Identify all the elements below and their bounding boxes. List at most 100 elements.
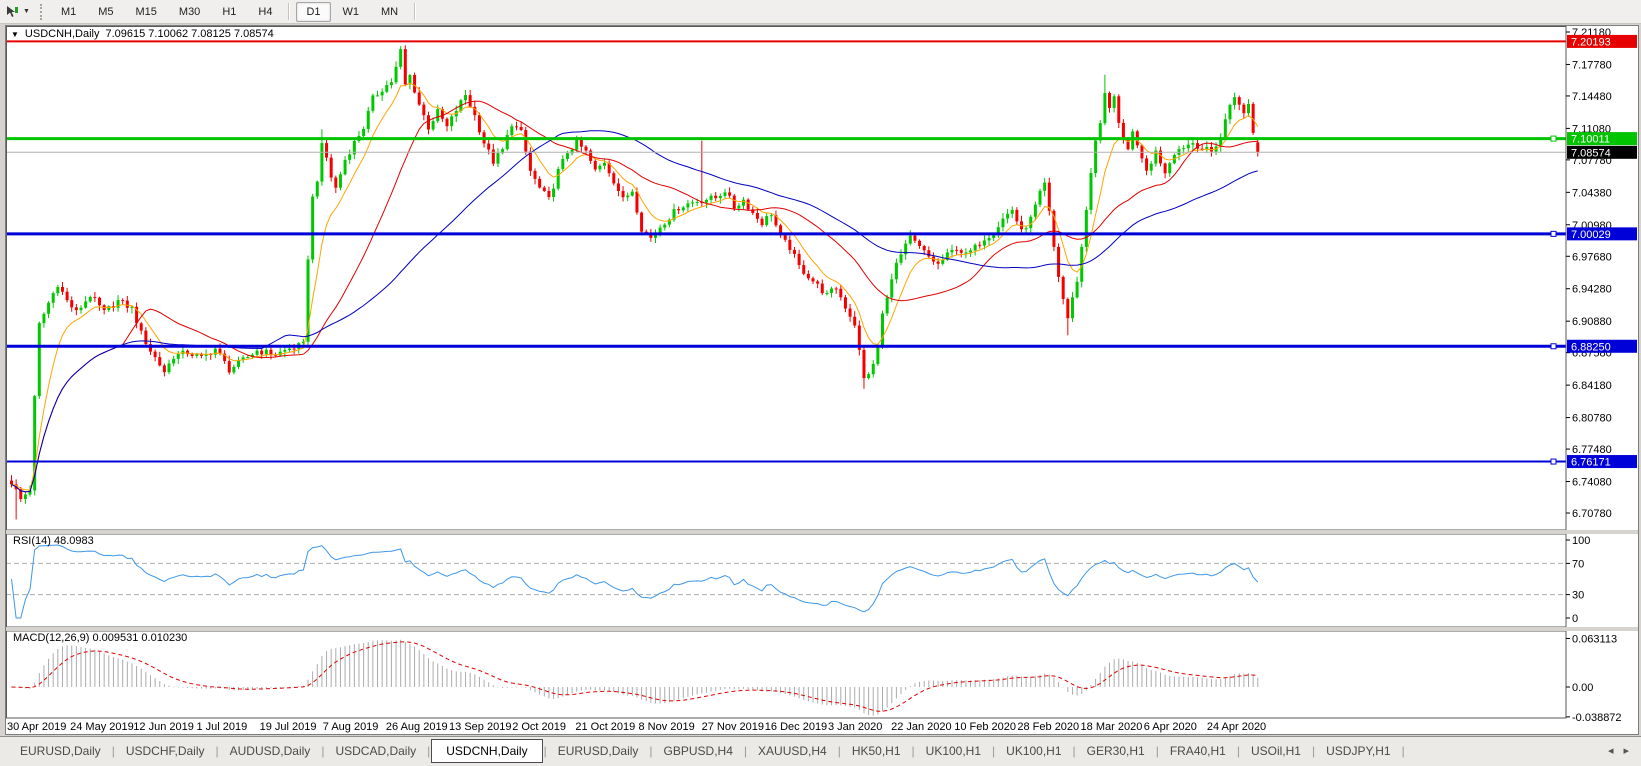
chart-ohlc-values: 7.09615 7.10062 7.08125 7.08574 [105,28,273,40]
date-label: 28 Feb 2020 [1017,721,1079,733]
date-label: 7 Aug 2019 [323,721,379,733]
toolbar-separator [288,3,290,20]
hline-handle[interactable] [1551,231,1556,236]
hline-handle[interactable] [1551,459,1556,464]
tab-audusd-daily[interactable]: AUDUSD,Daily [220,741,321,761]
toolbar-grip[interactable] [40,4,42,20]
tab-fra40-h1[interactable]: FRA40,H1 [1160,741,1236,761]
svg-text:6.84180: 6.84180 [1572,380,1612,392]
svg-text:100: 100 [1572,535,1590,547]
date-label: 27 Nov 2019 [702,721,764,733]
macd-label: MACD(12,26,9) 0.009531 0.010230 [13,632,187,644]
tab-scroll-left-icon[interactable]: ◂ [1608,744,1614,757]
date-label: 18 Mar 2020 [1081,721,1143,733]
tab-gbpusd-h4[interactable]: GBPUSD,H4 [654,741,743,761]
svg-text:6.76171: 6.76171 [1571,457,1611,469]
svg-text:7.20193: 7.20193 [1571,36,1611,48]
tab-hk50-h1[interactable]: HK50,H1 [842,741,911,761]
timeframe-button-h1[interactable]: H1 [212,2,246,22]
svg-text:7.17780: 7.17780 [1572,59,1612,71]
chart-title: ▼ USDCNH,Daily 7.09615 7.10062 7.08125 7… [11,27,274,41]
window-menu-icon[interactable]: ▼ [11,30,19,39]
chart-symbol-period: USDCNH,Daily [25,28,100,40]
timeframe-button-m15[interactable]: M15 [126,2,167,22]
svg-text:7.08574: 7.08574 [1571,147,1611,159]
chart-canvas[interactable]: 7.211807.177807.144807.110807.077807.043… [6,26,1638,734]
tab-usdcnh-daily[interactable]: USDCNH,Daily [431,739,542,763]
macd-values: 0.009531 0.010230 [92,632,187,644]
date-label: 21 Oct 2019 [575,721,635,733]
timeframe-button-w1[interactable]: W1 [333,2,370,22]
tab-uk100-h1[interactable]: UK100,H1 [996,741,1071,761]
date-label: 12 Jun 2019 [133,721,194,733]
tab-divider: | [1237,744,1240,758]
timeframe-button-mn[interactable]: MN [371,2,408,22]
svg-text:30: 30 [1572,590,1584,602]
chevron-down-icon: ▼ [23,8,30,15]
tab-divider: | [1402,744,1405,758]
timeframe-button-m5[interactable]: M5 [88,2,123,22]
toolbar-separator [414,3,416,20]
svg-text:6.80780: 6.80780 [1572,413,1612,425]
date-label: 16 Dec 2019 [765,721,827,733]
hline-handle[interactable] [1551,344,1556,349]
tab-divider: | [1073,744,1076,758]
date-label: 26 Aug 2019 [386,721,448,733]
tab-divider: | [912,744,915,758]
svg-text:-0.038872: -0.038872 [1572,712,1622,724]
svg-text:0.063113: 0.063113 [1572,633,1617,645]
tab-divider: | [544,744,547,758]
tab-divider: | [427,744,430,758]
top-toolbar: ▼ M1M5M15M30H1H4 D1W1MN [0,0,1641,24]
tab-usdjpy-h1[interactable]: USDJPY,H1 [1316,741,1400,761]
tab-usdcad-daily[interactable]: USDCAD,Daily [325,741,426,761]
panel-separator[interactable] [6,530,1638,534]
tab-eurusd-daily[interactable]: EURUSD,Daily [10,741,111,761]
tab-divider: | [838,744,841,758]
date-label: 19 Jul 2019 [260,721,317,733]
svg-text:0.00: 0.00 [1572,682,1593,694]
svg-text:6.70780: 6.70780 [1572,508,1612,520]
rsi-label: RSI(14) 48.0983 [13,535,94,547]
tab-divider: | [744,744,747,758]
timeframe-button-m1[interactable]: M1 [51,2,86,22]
chart-cursor-icon [4,4,20,20]
tab-divider: | [1312,744,1315,758]
tab-divider: | [992,744,995,758]
tab-usoil-h1[interactable]: USOil,H1 [1241,741,1311,761]
tab-scroll-right-icon[interactable]: ▸ [1623,744,1629,757]
svg-text:7.14480: 7.14480 [1572,91,1612,103]
svg-text:70: 70 [1572,558,1584,570]
hline-handle[interactable] [1551,136,1556,141]
svg-text:6.74080: 6.74080 [1572,477,1612,489]
tab-eurusd-daily[interactable]: EURUSD,Daily [548,741,649,761]
date-label: 30 Apr 2019 [7,721,66,733]
date-label: 24 May 2019 [70,721,134,733]
svg-text:6.88250: 6.88250 [1571,341,1611,353]
date-label: 22 Jan 2020 [891,721,952,733]
tab-xauusd-h4[interactable]: XAUUSD,H4 [748,741,837,761]
tab-divider: | [1156,744,1159,758]
tab-ger30-h1[interactable]: GER30,H1 [1077,741,1155,761]
timeframe-button-m30[interactable]: M30 [169,2,210,22]
date-label: 3 Jan 2020 [828,721,882,733]
date-label: 8 Nov 2019 [639,721,695,733]
tab-usdchf-daily[interactable]: USDCHF,Daily [116,741,215,761]
tab-divider: | [649,744,652,758]
svg-text:6.94280: 6.94280 [1572,284,1612,296]
date-label: 1 Jul 2019 [196,721,247,733]
timeframe-button-d1[interactable]: D1 [296,2,330,22]
svg-text:7.04380: 7.04380 [1572,187,1612,199]
tab-uk100-h1[interactable]: UK100,H1 [916,741,991,761]
svg-text:6.77480: 6.77480 [1572,444,1612,456]
timeframe-button-h4[interactable]: H4 [248,2,282,22]
chart-tab-bar: EURUSD,Daily|USDCHF,Daily|AUDUSD,Daily|U… [0,736,1641,766]
svg-text:0: 0 [1572,613,1578,625]
date-label: 24 Apr 2020 [1207,721,1266,733]
date-label: 6 Apr 2020 [1144,721,1197,733]
chart-tool-button[interactable]: ▼ [0,0,34,23]
tab-divider: | [216,744,219,758]
panel-separator[interactable] [6,627,1638,631]
svg-text:6.97680: 6.97680 [1572,251,1612,263]
tab-divider: | [321,744,324,758]
